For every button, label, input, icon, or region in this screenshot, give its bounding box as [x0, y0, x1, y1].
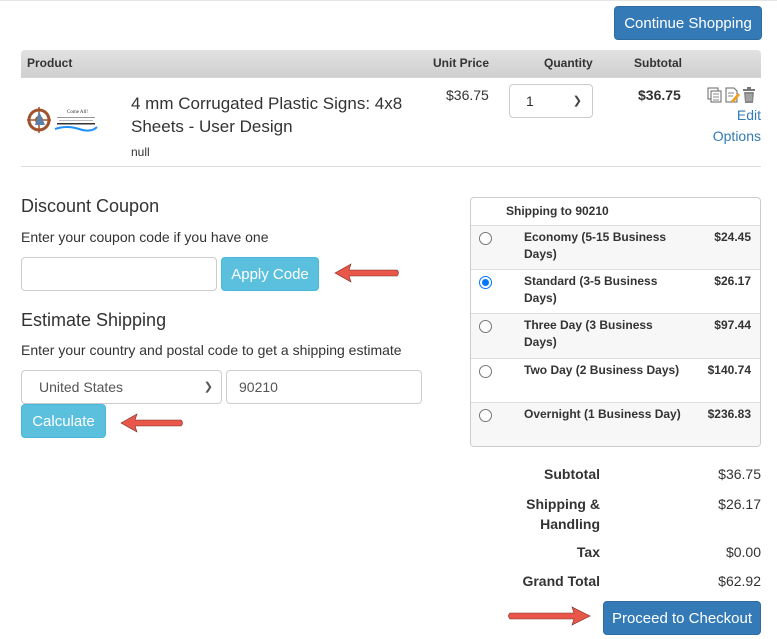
shipping-handling-value: $26.17 — [718, 496, 761, 512]
estimate-help: Enter your country and postal code to ge… — [21, 342, 402, 358]
apply-code-button[interactable]: Apply Code — [221, 257, 319, 291]
chevron-down-icon: ❯ — [572, 95, 582, 107]
cart-item-row: Come All! 4 mm Corrugated Plastic Signs:… — [21, 78, 761, 167]
shipping-option-price: $236.83 — [707, 406, 751, 421]
postal-code-input[interactable] — [226, 370, 422, 404]
column-subtotal: Subtotal — [634, 56, 682, 70]
coupon-input[interactable] — [21, 257, 217, 291]
edit-options-label-line2: Options — [712, 128, 761, 144]
annotation-arrow-left-icon — [334, 263, 399, 283]
thumbnail-text: Come All! — [67, 110, 88, 115]
shipping-handling-label-line1: Shipping & — [526, 496, 600, 512]
shipping-radio-selected[interactable] — [479, 276, 492, 290]
tax-value: $0.00 — [725, 544, 761, 560]
shipping-option-label: Three Day (3 Business Days) — [524, 318, 653, 350]
product-thumbnail[interactable]: Come All! — [27, 105, 99, 135]
quantity-select[interactable]: 1 ❯ — [509, 84, 593, 118]
unit-price: $36.75 — [446, 87, 489, 103]
shipping-option-price: $97.44 — [714, 318, 751, 333]
edit-options-link[interactable]: Edit Options — [713, 105, 761, 147]
country-value: United States — [39, 379, 124, 395]
shipping-option-label: Standard (3-5 Business Days) — [524, 274, 658, 306]
grand-total-value: $62.92 — [718, 573, 761, 589]
coupon-help: Enter your coupon code if you have one — [21, 229, 269, 245]
proceed-to-checkout-button[interactable]: Proceed to Checkout — [603, 601, 761, 635]
country-select[interactable]: United States ❯ — [21, 370, 222, 404]
shipping-options-table: Shipping to 90210 Economy (5-15 Business… — [470, 197, 761, 447]
product-name-link[interactable]: 4 mm Corrugated Plastic Signs: 4x8 Sheet… — [131, 92, 411, 138]
coupon-title: Discount Coupon — [21, 196, 160, 216]
top-divider — [0, 0, 777, 1]
row-actions — [707, 87, 757, 103]
grand-total-label: Grand Total — [522, 573, 600, 589]
subtotal-label: Subtotal — [544, 466, 600, 482]
continue-shopping-button[interactable]: Continue Shopping — [614, 6, 762, 40]
shipping-option-standard[interactable]: Standard (3-5 Business Days) $26.17 — [471, 270, 760, 315]
chevron-down-icon: ❯ — [203, 381, 213, 393]
calculate-button[interactable]: Calculate — [21, 404, 106, 438]
shipping-option-price: $26.17 — [714, 274, 751, 289]
shipping-option-label: Overnight (1 Business Day) — [524, 406, 681, 421]
shipping-option-three-day[interactable]: Three Day (3 Business Days) $97.44 — [471, 314, 760, 359]
edit-icon[interactable] — [724, 87, 740, 103]
shipping-radio[interactable] — [479, 364, 492, 378]
shipping-option-price: $24.45 — [714, 230, 751, 244]
column-product: Product — [27, 56, 73, 70]
shipping-option-label: Economy (5-15 Business Days) — [524, 230, 667, 261]
shipping-header: Shipping to 90210 — [471, 198, 760, 226]
trash-icon[interactable] — [741, 87, 757, 103]
shipping-handling-label-line2: Handling — [540, 516, 600, 532]
shipping-option-overnight[interactable]: Overnight (1 Business Day) $236.83 — [471, 402, 760, 446]
edit-options-label-line1: Edit — [736, 107, 761, 123]
column-unit-price: Unit Price — [433, 56, 490, 70]
annotation-arrow-right-icon — [508, 606, 591, 626]
shipping-option-price: $140.74 — [707, 362, 751, 377]
shipping-radio[interactable] — [479, 320, 492, 334]
product-note: null — [131, 145, 150, 159]
shipping-option-two-day[interactable]: Two Day (2 Business Days) $140.74 — [471, 359, 760, 403]
tax-label: Tax — [576, 544, 600, 560]
quantity-value: 1 — [526, 93, 534, 109]
shipping-option-economy[interactable]: Economy (5-15 Business Days) $24.45 — [471, 226, 760, 271]
annotation-arrow-left-icon — [120, 413, 183, 433]
subtotal-value: $36.75 — [718, 466, 761, 482]
line-subtotal: $36.75 — [638, 87, 681, 103]
column-quantity: Quantity — [544, 56, 593, 70]
shipping-radio[interactable] — [479, 408, 492, 422]
shipping-handling-label: Shipping & Handling — [470, 494, 600, 534]
shipping-option-label: Two Day (2 Business Days) — [524, 362, 680, 377]
cart-table-header: Product Unit Price Quantity Subtotal — [21, 50, 761, 78]
copy-icon[interactable] — [707, 87, 723, 103]
estimate-title: Estimate Shipping — [21, 310, 167, 330]
shipping-radio[interactable] — [479, 232, 492, 245]
